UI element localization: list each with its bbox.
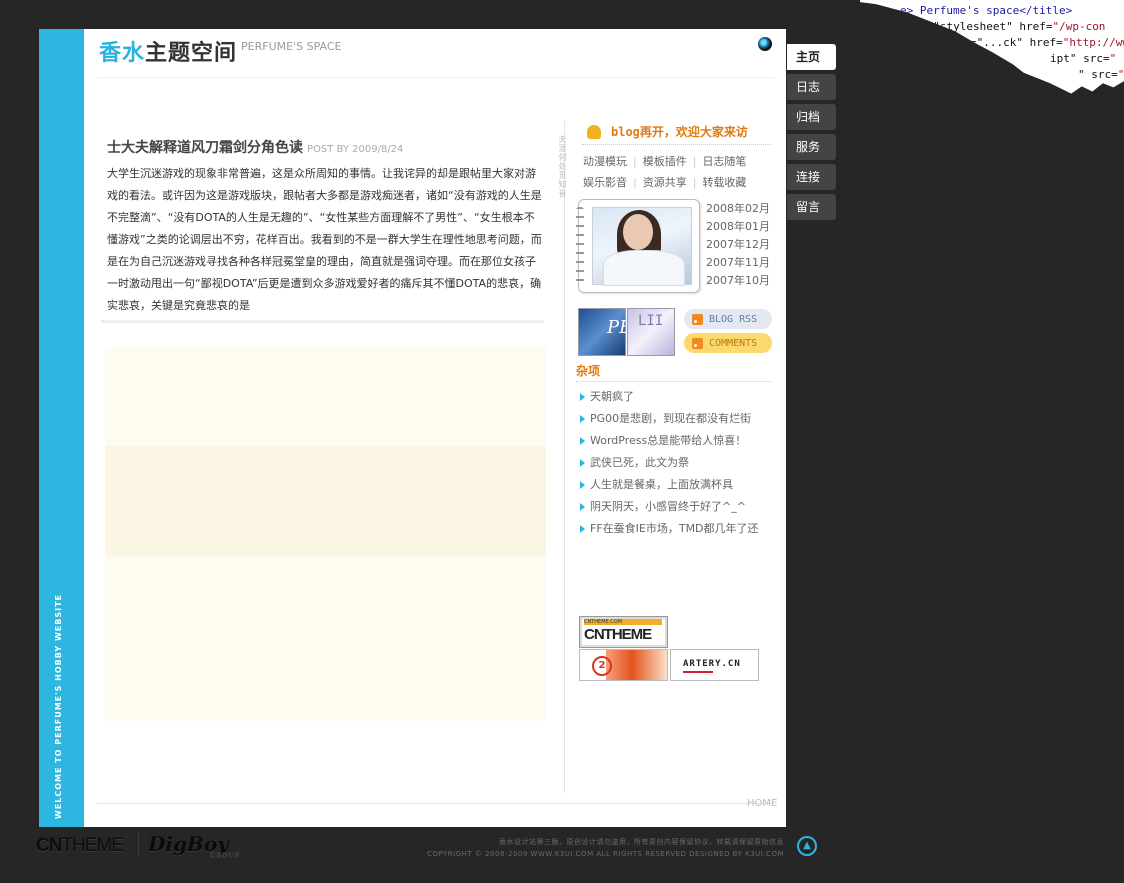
category-row: 娱乐影音 | 资源共享 | 转载收藏 — [583, 176, 747, 189]
welcome-notice: blog再开，欢迎大家来访 — [587, 123, 748, 140]
post-title[interactable]: 士大夫解释道风刀霜剑分角色读 POST BY 2009/8/24 — [107, 137, 403, 157]
digboy-footer-logo[interactable]: DigBoy GROUP — [148, 832, 239, 859]
nav-item-links[interactable]: 连接 — [787, 164, 836, 190]
nav-item-blog[interactable]: 日志 — [787, 74, 836, 100]
misc-section-title: 杂项 — [576, 364, 601, 378]
logo-subtitle: PERFUME'S SPACE — [241, 40, 342, 53]
footer-logo-separator — [138, 832, 139, 858]
rss-icon — [692, 337, 703, 349]
archive-link[interactable]: 2007年10月 — [706, 272, 770, 290]
arrow-right-icon — [580, 415, 585, 423]
arrow-right-icon — [580, 481, 585, 489]
main-nav: 主页 日志 归档 服务 连接 留言 — [787, 44, 836, 224]
artery-badge[interactable]: ARTERY.CN — [670, 649, 759, 681]
category-link[interactable]: 转载收藏 — [702, 176, 746, 189]
nav-item-home[interactable]: 主页 — [787, 44, 836, 70]
bell-icon — [587, 124, 601, 139]
nav-item-services[interactable]: 服务 — [787, 134, 836, 160]
list-item[interactable]: PG00是悲剧，到现在都没有烂街 — [580, 408, 774, 430]
post-separator — [101, 320, 544, 323]
theme-thumbnail[interactable]: PE — [578, 308, 632, 356]
cntheme-badge[interactable]: CNTHEME.COM CNTHEME — [579, 616, 668, 648]
page-container: WELCOME TO PERFUME'S HOBBY WEBSITE 香水主题空… — [39, 29, 786, 827]
arrow-right-icon — [580, 503, 585, 511]
blog-rss-button[interactable]: BLOG RSS — [684, 309, 772, 329]
arrow-right-icon — [580, 525, 585, 533]
misc-list: 天朝疯了 PG00是悲剧，到现在都没有烂街 WordPress总是能带给人惊喜！… — [580, 386, 774, 540]
category-link[interactable]: 娱乐影音 — [583, 176, 627, 189]
category-link[interactable]: 日志随笔 — [702, 155, 746, 168]
welcome-vertical-text: WELCOME TO PERFUME'S HOBBY WEBSITE — [54, 593, 63, 819]
category-row: 动漫模玩 | 模板插件 | 日志随笔 — [583, 155, 747, 168]
category-link[interactable]: 资源共享 — [643, 176, 687, 189]
back-to-top-button[interactable]: ▲ — [797, 836, 817, 856]
partner-badge[interactable]: 2 — [579, 649, 668, 681]
column-divider — [564, 121, 565, 793]
post-meta: POST BY 2009/8/24 — [307, 144, 404, 155]
list-item[interactable]: 天朝疯了 — [580, 386, 774, 408]
category-links: 动漫模玩 | 模板插件 | 日志随笔 娱乐影音 | 资源共享 | 转载收藏 — [583, 151, 773, 193]
torn-paper-overlay: e> Perfume's space</title> l="stylesheet… — [860, 0, 1124, 94]
list-item[interactable]: WordPress总是能带给人惊喜！ — [580, 430, 774, 452]
profile-photo — [592, 207, 692, 286]
cntheme-footer-logo[interactable]: CNTHEME — [36, 835, 124, 857]
nav-item-guestbook[interactable]: 留言 — [787, 194, 836, 220]
dotted-divider — [576, 381, 772, 382]
source-code-snippet: e> Perfume's space</title> l="stylesheet… — [900, 4, 1124, 81]
archive-link[interactable]: 2008年01月 — [706, 218, 770, 236]
footer-divider — [97, 803, 774, 804]
rss-icon — [692, 313, 703, 325]
arrow-right-icon — [580, 459, 585, 467]
archive-list: 2008年02月 2008年01月 2007年12月 2007年11月 2007… — [706, 200, 770, 290]
copyright-text: 香水设计站第三版，原创设计请勿盗用，所有原创内容保留协议，转载请保留原始信息 C… — [427, 838, 784, 858]
arrow-right-icon — [580, 393, 585, 401]
list-item[interactable]: 人生就是餐桌，上面放满杯具 — [580, 474, 774, 496]
left-accent-strip: WELCOME TO PERFUME'S HOBBY WEBSITE — [39, 29, 84, 827]
arrow-right-icon — [580, 437, 585, 445]
orb-icon — [758, 37, 772, 51]
archive-link[interactable]: 2007年11月 — [706, 254, 770, 272]
theme-thumbnail[interactable]: LII — [627, 308, 675, 356]
site-logo[interactable]: 香水主题空间 PERFUME'S SPACE — [99, 37, 341, 67]
nav-item-archive[interactable]: 归档 — [787, 104, 836, 130]
category-link[interactable]: 模板插件 — [643, 155, 687, 168]
sidebar-tagline: 天涯何处觅知音 — [558, 135, 567, 198]
comments-rss-button[interactable]: COMMENTS — [684, 333, 772, 353]
logo-title: 香水主题空间 — [99, 41, 238, 66]
list-item[interactable]: FF在蚕食IE市场，TMD都几年了还 — [580, 518, 774, 540]
placeholder-band — [105, 446, 546, 556]
archive-link[interactable]: 2007年12月 — [706, 236, 770, 254]
archive-link[interactable]: 2008年02月 — [706, 200, 770, 218]
welcome-text: blog再开，欢迎大家来访 — [611, 125, 748, 139]
dotted-divider — [582, 144, 772, 145]
home-link[interactable]: HOME — [747, 798, 777, 809]
category-link[interactable]: 动漫模玩 — [583, 155, 627, 168]
list-item[interactable]: 武侠已死，此文为祭 — [580, 452, 774, 474]
post-excerpt: 大学生沉迷游戏的现象非常普遍，这是众所周知的事情。让我诧异的却是跟帖里大家对游戏… — [107, 167, 542, 312]
list-item[interactable]: 阴天阴天，小感冒终于好了^_^ — [580, 496, 774, 518]
notebook-rings — [576, 207, 584, 285]
